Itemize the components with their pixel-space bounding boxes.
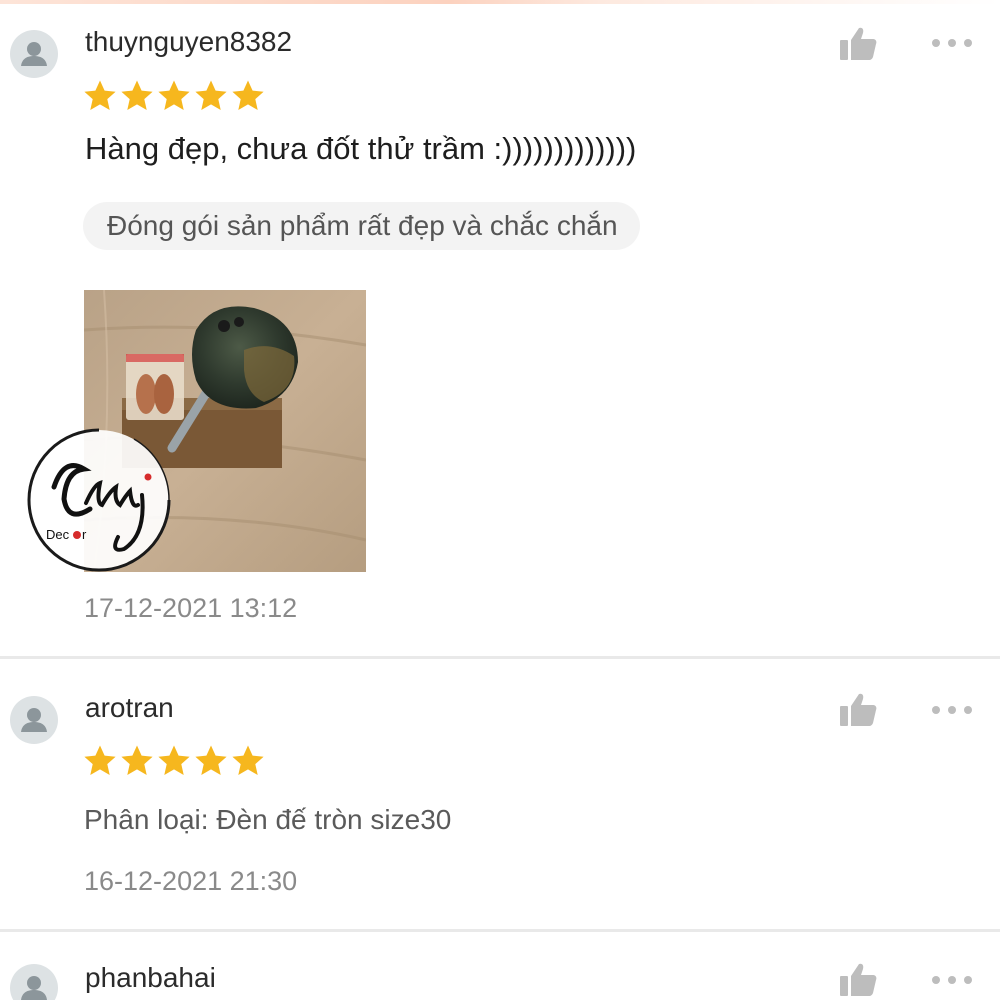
reviewer-username[interactable]: arotran — [85, 692, 174, 724]
star-icon — [195, 745, 227, 775]
review-text: Hàng đẹp, chưa đốt thử trầm :)))))))))))… — [85, 131, 637, 166]
reviewer-username[interactable]: phanbahai — [85, 962, 216, 994]
star-rating — [83, 744, 265, 778]
star-rating — [83, 79, 265, 113]
product-variant: Phân loại: Đèn đế tròn size30 — [84, 804, 452, 835]
star-icon — [84, 745, 116, 775]
reviews-page: thuynguyen8382 Hàng đẹp, chưa đốt thử tr… — [0, 0, 1000, 1000]
review-photo[interactable] — [84, 290, 366, 572]
star-icon — [121, 80, 153, 110]
star-icon — [158, 80, 190, 110]
user-avatar-icon[interactable] — [10, 964, 58, 1000]
user-avatar-icon[interactable] — [10, 30, 58, 78]
user-avatar-icon[interactable] — [10, 696, 58, 744]
star-icon — [232, 745, 264, 775]
review-date: 16-12-2021 21:30 — [84, 866, 298, 896]
review-tag: Đóng gói sản phẩm rất đẹp và chắc chắn — [83, 202, 640, 250]
more-options-icon[interactable] — [928, 33, 976, 53]
more-options-icon[interactable] — [928, 970, 976, 990]
thumbs-up-icon[interactable] — [838, 962, 878, 998]
star-icon — [121, 745, 153, 775]
review-item: thuynguyen8382 Hàng đẹp, chưa đốt thử tr… — [0, 0, 1000, 660]
review-item: phanbahai — [0, 932, 1000, 1000]
thumbs-up-icon[interactable] — [838, 692, 878, 728]
thumbs-up-icon[interactable] — [838, 26, 878, 62]
review-date: 17-12-2021 13:12 — [84, 593, 298, 623]
more-options-icon[interactable] — [928, 700, 976, 720]
star-icon — [84, 80, 116, 110]
star-icon — [195, 80, 227, 110]
review-item: arotran Phân loại: Đèn đế tròn size30 16… — [0, 660, 1000, 932]
review-divider — [0, 656, 1000, 659]
svg-text:Dec: Dec — [46, 527, 70, 542]
star-icon — [158, 745, 190, 775]
reviewer-username[interactable]: thuynguyen8382 — [85, 26, 292, 58]
star-icon — [232, 80, 264, 110]
